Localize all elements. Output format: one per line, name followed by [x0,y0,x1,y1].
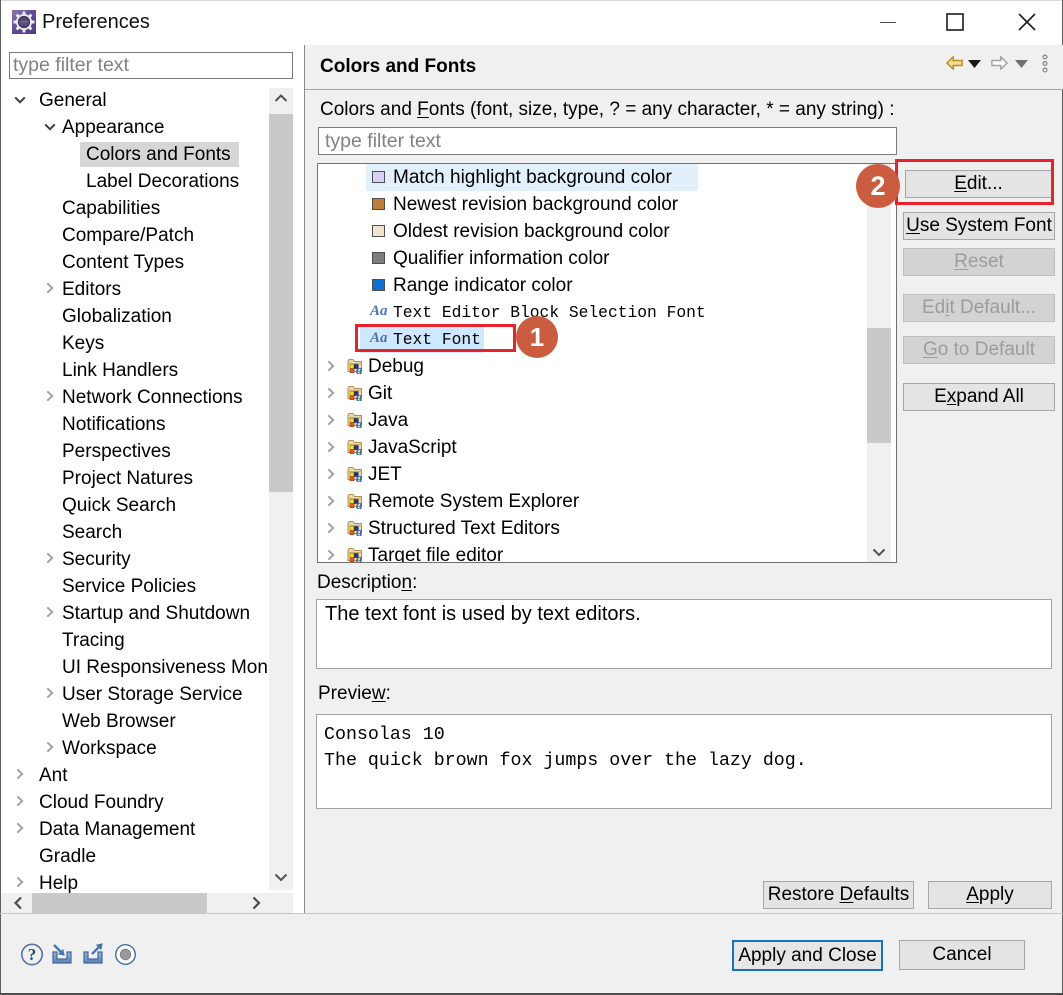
svg-text:a: a [356,443,363,456]
svg-text:a: a [356,362,363,375]
svg-text:a: a [356,416,363,429]
svg-text:a: a [356,551,363,563]
svg-text:a: a [356,470,363,483]
svg-text:a: a [356,524,363,537]
svg-text:?: ? [28,945,37,964]
svg-text:a: a [356,389,363,402]
svg-text:a: a [356,497,363,510]
